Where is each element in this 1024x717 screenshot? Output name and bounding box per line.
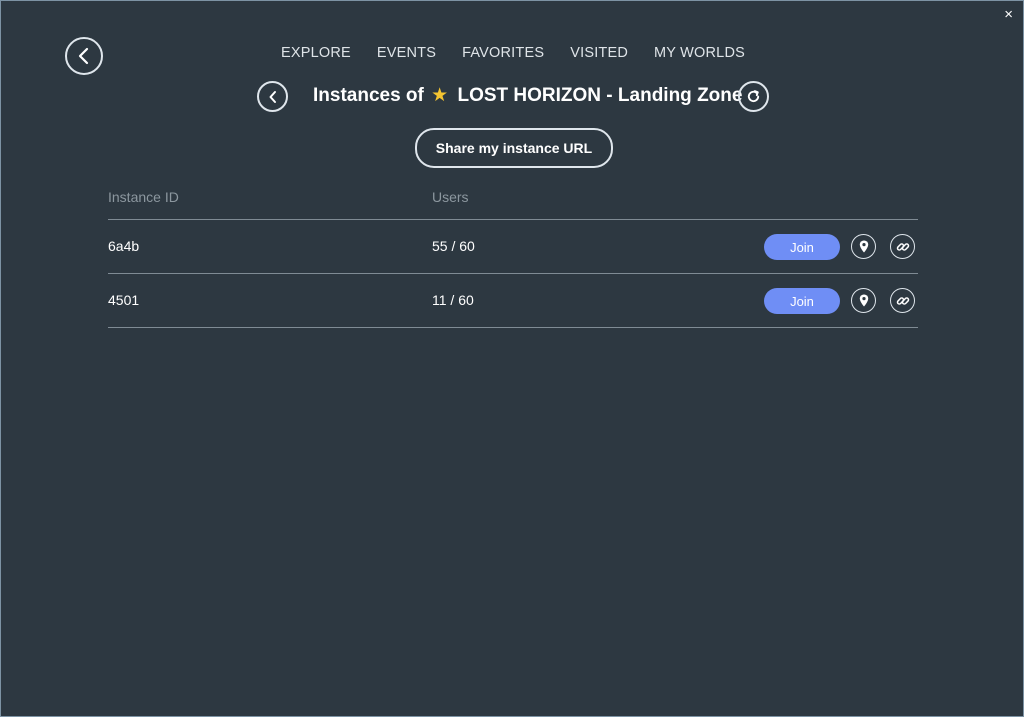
app-window: × EXPLORE EVENTS FAVORITES VISITED MY WO… xyxy=(0,0,1024,717)
link-icon xyxy=(896,242,909,251)
table-header: Instance ID Users xyxy=(108,186,918,220)
user-count: 11 / 60 xyxy=(432,292,474,308)
refresh-icon xyxy=(747,90,760,103)
table-row: 4501 11 / 60 Join xyxy=(108,274,918,328)
instance-id: 6a4b xyxy=(108,238,140,254)
column-header-instance-id: Instance ID xyxy=(108,189,179,205)
location-pin-icon xyxy=(859,240,868,253)
copy-link-button[interactable] xyxy=(890,234,915,259)
top-nav: EXPLORE EVENTS FAVORITES VISITED MY WORL… xyxy=(1,45,1024,61)
favorite-star-icon: ★ xyxy=(431,85,449,106)
nav-my-worlds[interactable]: MY WORLDS xyxy=(654,45,745,61)
nav-events[interactable]: EVENTS xyxy=(377,45,436,61)
table-row: 6a4b 55 / 60 Join xyxy=(108,220,918,274)
user-count: 55 / 60 xyxy=(432,238,475,254)
share-instance-url-button[interactable]: Share my instance URL xyxy=(415,128,613,168)
close-icon[interactable]: × xyxy=(1004,7,1013,22)
copy-link-button[interactable] xyxy=(890,288,915,313)
location-button[interactable] xyxy=(851,234,876,259)
refresh-button[interactable] xyxy=(738,81,769,112)
location-button[interactable] xyxy=(851,288,876,313)
nav-visited[interactable]: VISITED xyxy=(570,45,628,61)
title-row: Instances of ★ LOST HORIZON - Landing Zo… xyxy=(1,81,1024,113)
world-name: LOST HORIZON - Landing Zone xyxy=(457,85,743,106)
page-title: Instances of ★ LOST HORIZON - Landing Zo… xyxy=(313,84,742,107)
nav-explore[interactable]: EXPLORE xyxy=(281,45,351,61)
instances-table: Instance ID Users 6a4b 55 / 60 Join 4501 xyxy=(108,186,918,328)
link-icon xyxy=(896,296,909,305)
join-button[interactable]: Join xyxy=(764,288,840,314)
location-pin-icon xyxy=(859,294,868,307)
instance-id: 4501 xyxy=(108,292,140,308)
nav-favorites[interactable]: FAVORITES xyxy=(462,45,544,61)
instances-back-button[interactable] xyxy=(257,81,288,112)
chevron-left-icon xyxy=(269,90,276,103)
join-button[interactable]: Join xyxy=(764,234,840,260)
title-prefix: Instances of xyxy=(313,85,424,106)
column-header-users: Users xyxy=(432,189,469,205)
